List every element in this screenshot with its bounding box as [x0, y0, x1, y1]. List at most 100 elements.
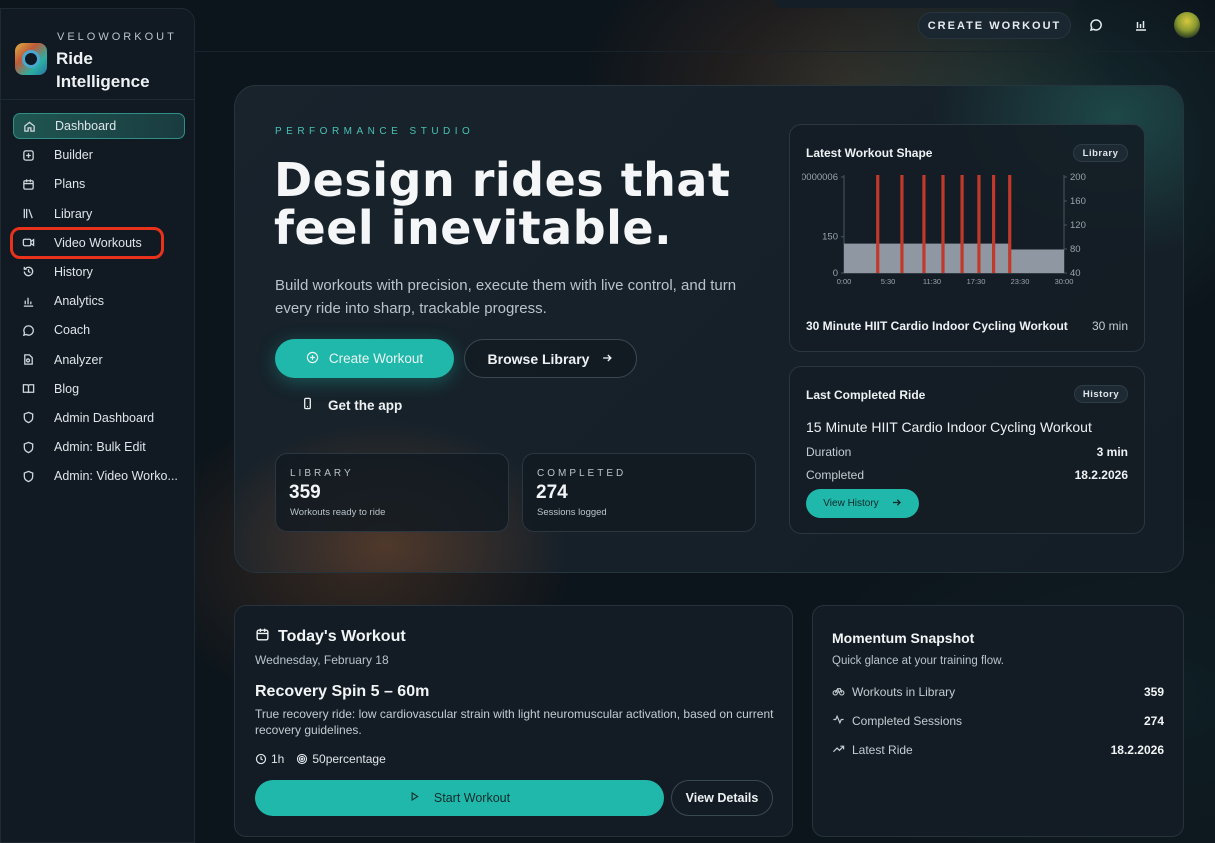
interval-bar	[977, 175, 981, 273]
clock-icon	[255, 753, 267, 765]
plus-circle-icon	[306, 351, 319, 367]
sidebar-item-library[interactable]: Library	[13, 201, 185, 227]
file-analyze-icon	[21, 353, 35, 367]
momentum-row: Completed Sessions 274	[832, 713, 1164, 729]
duration-meta-value: 1h	[271, 752, 285, 766]
play-icon	[409, 791, 420, 805]
intensity-meta: 50percentage	[296, 752, 386, 766]
arrow-right-icon	[891, 497, 902, 511]
todays-workout-card: Today's Workout Wednesday, February 18 R…	[234, 605, 793, 837]
last-completed-card: Last Completed Ride History 15 Minute HI…	[789, 366, 1145, 534]
sidebar-item-admin-dashboard[interactable]: Admin Dashboard	[13, 405, 185, 431]
avatar[interactable]	[1174, 12, 1200, 38]
topbar-create-workout-button[interactable]: CREATE WORKOUT	[918, 12, 1071, 39]
left-tick-label: 0000006	[802, 173, 838, 183]
history-tag[interactable]: History	[1074, 385, 1128, 403]
hero-panel: PERFORMANCE STUDIO Design rides that fee…	[234, 85, 1184, 573]
library-tag[interactable]: Library	[1073, 144, 1128, 162]
x-tick-label: 5:30	[881, 277, 896, 286]
completed-stat-card: COMPLETED 274 Sessions logged	[522, 453, 756, 532]
momentum-row-label: Completed Sessions	[852, 714, 963, 728]
duration-meta: 1h	[255, 752, 284, 766]
sidebar-item-blog[interactable]: Blog	[13, 376, 185, 402]
sidebar-item-builder[interactable]: Builder	[13, 142, 185, 168]
brand-small-label: VELOWORKOUT	[57, 31, 177, 43]
sidebar-item-history[interactable]: History	[13, 259, 185, 285]
momentum-row-value: 18.2.2026	[1110, 743, 1164, 757]
completed-label: Completed	[806, 468, 865, 482]
calendar-icon	[21, 177, 35, 191]
sidebar-item-label: Admin: Video Worko...	[54, 469, 178, 484]
todays-workout-title-text: Today's Workout	[278, 628, 406, 645]
completed-row: Completed 18.2.2026	[806, 468, 1128, 482]
get-app-label: Get the app	[328, 397, 403, 413]
start-workout-button[interactable]: Start Workout	[255, 780, 664, 816]
sidebar-item-video-workouts[interactable]: Video Workouts	[10, 226, 164, 259]
momentum-row-label: Latest Ride	[852, 743, 913, 757]
chat-icon[interactable]	[1087, 16, 1105, 34]
brand[interactable]: VELOWORKOUT Ride Intelligence	[15, 21, 190, 91]
view-history-button[interactable]: View History	[806, 489, 919, 518]
sidebar-item-label: Analyzer	[54, 352, 103, 367]
view-history-label: View History	[823, 498, 879, 509]
latest-workout-name: 30 Minute HIIT Cardio Indoor Cycling Wor…	[806, 319, 1068, 333]
latest-workout-shape-card[interactable]: Latest Workout Shape Library 0000006 150 0…	[789, 124, 1145, 352]
sidebar-item-admin-video-workouts[interactable]: Admin: Video Worko...	[13, 463, 185, 489]
sidebar-nav: Dashboard Builder Plans Library Video Wo…	[10, 113, 185, 492]
sidebar-item-dashboard[interactable]: Dashboard	[13, 113, 185, 139]
target-icon	[296, 753, 308, 765]
stat-label: COMPLETED	[537, 468, 627, 479]
momentum-row-label: Workouts in Library	[852, 685, 956, 699]
interval-bar	[941, 175, 945, 273]
interval-bar	[900, 175, 904, 273]
sidebar-item-label: Blog	[54, 381, 80, 396]
hero-eyebrow: PERFORMANCE STUDIO	[275, 126, 475, 137]
video-icon	[21, 236, 35, 250]
book-icon	[21, 382, 35, 396]
sidebar-item-label: Plans	[54, 177, 86, 192]
momentum-row-value: 359	[1143, 685, 1164, 699]
momentum-row: Latest Ride 18.2.2026	[832, 742, 1164, 758]
interval-bar	[876, 175, 880, 273]
intensity-meta-value: 50percentage	[312, 752, 386, 766]
sidebar-item-analyzer[interactable]: Analyzer	[13, 347, 185, 373]
todays-workout-meta: 1h 50percentage	[255, 752, 386, 766]
sidebar-item-label: History	[54, 264, 93, 279]
duration-value: 3 min	[1096, 445, 1128, 459]
x-tick-label: 11:30	[923, 277, 941, 286]
sidebar-item-analytics[interactable]: Analytics	[13, 288, 185, 314]
browse-library-label: Browse Library	[487, 350, 590, 367]
hero-subtitle: Build workouts with precision, execute t…	[275, 277, 737, 317]
right-tick-label: 160	[1070, 196, 1086, 207]
calendar-icon	[255, 627, 270, 647]
right-tick-label: 200	[1070, 173, 1086, 183]
shield-icon	[21, 469, 35, 483]
shield-icon	[21, 411, 35, 425]
brand-logo	[15, 43, 47, 75]
browse-library-button[interactable]: Browse Library	[464, 339, 637, 378]
stat-note: Workouts ready to ride	[290, 507, 386, 518]
x-tick-label: 17:30	[967, 277, 986, 286]
sidebar-item-admin-bulk-edit[interactable]: Admin: Bulk Edit	[13, 434, 185, 460]
sidebar-item-label: Builder	[54, 148, 93, 163]
arrow-right-icon	[601, 351, 613, 367]
x-tick-label: 30:00	[1055, 277, 1074, 286]
sidebar-item-label: Library	[54, 206, 93, 221]
sidebar: VELOWORKOUT Ride Intelligence Dashboard …	[0, 8, 195, 843]
card-title: Last Completed Ride	[806, 388, 926, 402]
sidebar-item-plans[interactable]: Plans	[13, 171, 185, 197]
create-workout-button[interactable]: Create Workout	[275, 339, 454, 378]
topbar-divider	[195, 51, 1215, 52]
chat-icon	[21, 323, 35, 337]
get-app-link[interactable]: Get the app	[301, 397, 402, 413]
completed-value: 18.2.2026	[1074, 468, 1128, 482]
bar-chart-icon[interactable]	[1132, 16, 1150, 34]
interval-bar	[992, 175, 996, 273]
view-details-button[interactable]: View Details	[671, 780, 773, 816]
todays-workout-name: Recovery Spin 5 – 60m	[255, 683, 430, 700]
bar-chart-icon	[21, 294, 35, 308]
stat-value: 359	[289, 482, 321, 503]
left-tick-label: 150	[822, 232, 838, 243]
stat-value: 274	[536, 482, 568, 503]
sidebar-item-coach[interactable]: Coach	[13, 317, 185, 343]
